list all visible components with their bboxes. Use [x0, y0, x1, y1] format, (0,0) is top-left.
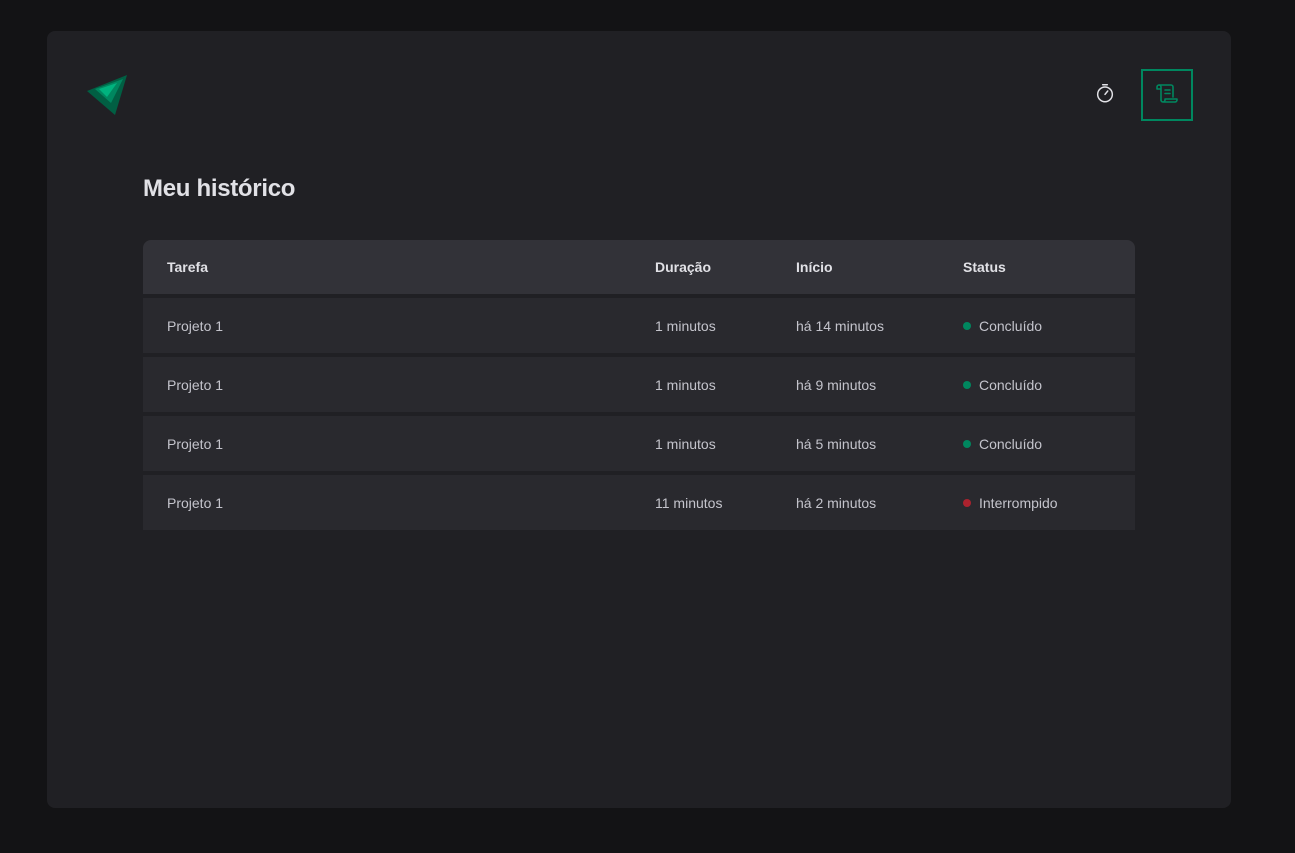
task-cell: Projeto 1 [143, 475, 631, 530]
duration-cell: 1 minutos [631, 416, 772, 471]
column-header-task: Tarefa [143, 240, 631, 294]
table-row: Projeto 1 1 minutos há 5 minutos Concluí… [143, 416, 1135, 471]
status-label: Concluído [979, 376, 1043, 393]
scroll-icon [1155, 81, 1179, 110]
history-table: Tarefa Duração Início Status Projeto 1 1… [143, 236, 1135, 534]
duration-cell: 11 minutos [631, 475, 772, 530]
status-dot-icon [963, 321, 971, 330]
header-nav [1079, 69, 1193, 121]
task-cell: Projeto 1 [143, 357, 631, 412]
status-dot-icon [963, 439, 971, 448]
duration-cell: 1 minutos [631, 357, 772, 412]
status-dot-icon [963, 498, 971, 507]
status-cell: Concluído [939, 298, 1135, 353]
start-cell: há 14 minutos [772, 298, 939, 353]
start-cell: há 9 minutos [772, 357, 939, 412]
table-row: Projeto 1 1 minutos há 14 minutos Conclu… [143, 298, 1135, 353]
column-header-status: Status [939, 240, 1135, 294]
task-cell: Projeto 1 [143, 298, 631, 353]
start-cell: há 5 minutos [772, 416, 939, 471]
table-header-row: Tarefa Duração Início Status [143, 240, 1135, 294]
nav-timer-button[interactable] [1079, 69, 1131, 121]
nav-history-button[interactable] [1141, 69, 1193, 121]
column-header-duration: Duração [631, 240, 772, 294]
status-cell: Concluído [939, 416, 1135, 471]
table-row: Projeto 1 11 minutos há 2 minutos Interr… [143, 475, 1135, 530]
status-dot-icon [963, 380, 971, 389]
status-label: Concluído [979, 435, 1043, 452]
status-label: Interrompido [979, 494, 1058, 511]
status-label: Concluído [979, 317, 1043, 334]
app-card: Meu histórico Tarefa Duração Início Stat… [47, 31, 1231, 808]
start-cell: há 2 minutos [772, 475, 939, 530]
task-cell: Projeto 1 [143, 416, 631, 471]
table-row: Projeto 1 1 minutos há 9 minutos Concluí… [143, 357, 1135, 412]
ignite-logo-icon[interactable] [87, 75, 127, 115]
timer-icon [1094, 82, 1116, 109]
status-cell: Interrompido [939, 475, 1135, 530]
page-title: Meu histórico [143, 175, 296, 202]
duration-cell: 1 minutos [631, 298, 772, 353]
status-cell: Concluído [939, 357, 1135, 412]
column-header-start: Início [772, 240, 939, 294]
